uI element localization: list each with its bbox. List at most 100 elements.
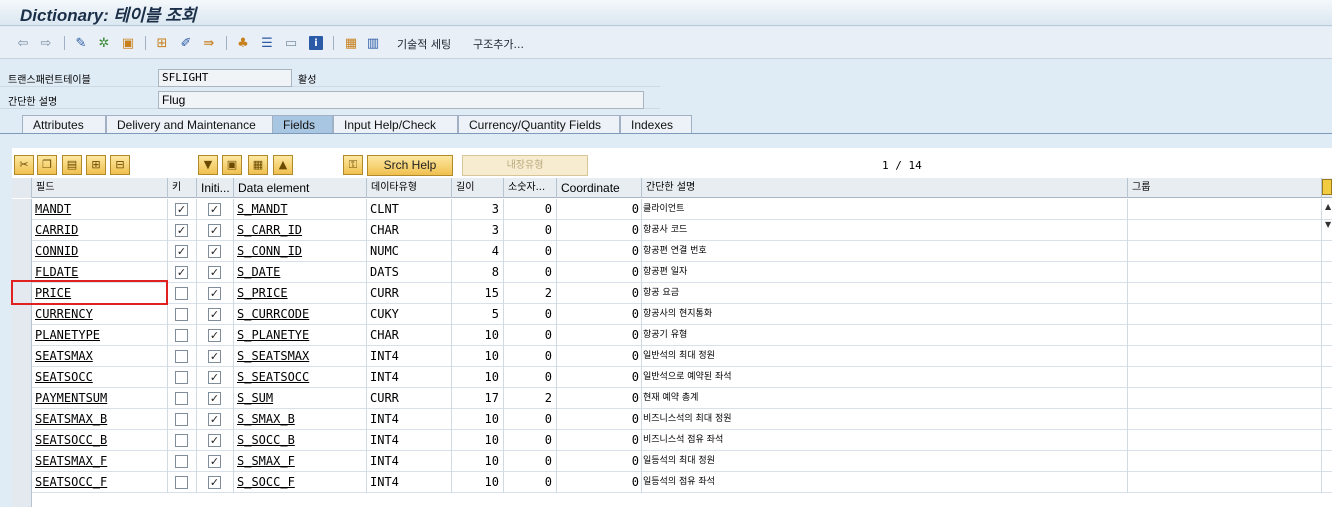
move-down-icon[interactable]: ▼ <box>198 155 218 175</box>
where-used-icon[interactable]: ⊞ <box>153 34 171 52</box>
data-element[interactable]: S_SEATSMAX <box>234 346 367 367</box>
row-selector[interactable] <box>12 451 32 472</box>
structure-icon[interactable]: ▦ <box>342 34 360 52</box>
tab-input-help-check[interactable]: Input Help/Check <box>333 115 458 134</box>
key-checkbox[interactable] <box>175 308 188 321</box>
table-row[interactable]: PRICES_PRICECURR1520항공 요금 <box>12 283 1332 304</box>
row-selector[interactable] <box>12 346 32 367</box>
field-name[interactable]: PLANETYPE <box>32 325 168 346</box>
tab-attributes[interactable]: Attributes <box>22 115 106 134</box>
field-name[interactable]: SEATSOCC_B <box>32 430 168 451</box>
table-row[interactable]: SEATSOCCS_SEATSOCCINT41000일반석으로 예약된 좌석 <box>12 367 1332 388</box>
initial-checkbox[interactable] <box>208 203 221 216</box>
forward-arrow-icon[interactable]: ⇨ <box>37 34 55 52</box>
cut-icon[interactable]: ✂ <box>14 155 34 175</box>
field-name[interactable]: SEATSMAX_B <box>32 409 168 430</box>
row-selector[interactable] <box>12 367 32 388</box>
column-header[interactable]: 필드 <box>32 178 168 198</box>
delete-row-icon[interactable]: ⊟ <box>110 155 130 175</box>
column-header[interactable]: Data element <box>234 178 367 198</box>
initial-checkbox[interactable] <box>208 245 221 258</box>
column-header[interactable]: 키 <box>168 178 197 198</box>
field-name[interactable]: CONNID <box>32 241 168 262</box>
key-checkbox[interactable] <box>175 434 188 447</box>
initial-checkbox[interactable] <box>208 434 221 447</box>
display-change-icon[interactable]: ✎ <box>72 34 90 52</box>
display-object-icon[interactable]: ▭ <box>282 34 300 52</box>
data-element[interactable]: S_PLANETYE <box>234 325 367 346</box>
table-row[interactable]: SEATSMAX_FS_SMAX_FINT41000일등석의 최대 정원 <box>12 451 1332 472</box>
field-name[interactable]: SEATSMAX_F <box>32 451 168 472</box>
table-contents-icon[interactable]: ▥ <box>364 34 382 52</box>
table-row[interactable]: MANDTS_MANDTCLNT300클라이언트 <box>12 199 1332 220</box>
technical-settings-button[interactable]: 기술적 세팅 <box>397 36 451 52</box>
table-row[interactable]: CARRIDS_CARR_IDCHAR300항공사 코드 <box>12 220 1332 241</box>
row-selector[interactable] <box>12 493 32 507</box>
scroll-down-icon[interactable]: ▼ <box>1325 220 1331 229</box>
key-checkbox[interactable] <box>175 224 188 237</box>
key-checkbox[interactable] <box>175 413 188 426</box>
initial-checkbox[interactable] <box>208 392 221 405</box>
data-element[interactable]: S_SMAX_F <box>234 451 367 472</box>
key-checkbox[interactable] <box>175 266 188 279</box>
key-checkbox[interactable] <box>175 392 188 405</box>
column-header[interactable]: 길이 <box>452 178 504 198</box>
data-element[interactable]: S_PRICE <box>234 283 367 304</box>
scroll-up-icon[interactable]: ▲ <box>1325 202 1331 211</box>
data-element[interactable]: S_SOCC_F <box>234 472 367 493</box>
key-checkbox[interactable] <box>175 329 188 342</box>
key-checkbox[interactable] <box>175 371 188 384</box>
table-row[interactable]: SEATSOCC_FS_SOCC_FINT41000일등석의 점유 좌석 <box>12 472 1332 493</box>
initial-checkbox[interactable] <box>208 476 221 489</box>
table-row[interactable]: CONNIDS_CONN_IDNUMC400항공편 연결 번호 <box>12 241 1332 262</box>
table-row[interactable]: SEATSOCC_BS_SOCC_BINT41000비즈니스석 점유 좌석 <box>12 430 1332 451</box>
key-icon[interactable]: ⚿ <box>343 155 363 175</box>
page-icon[interactable]: ▦ <box>248 155 268 175</box>
key-checkbox[interactable] <box>175 455 188 468</box>
select-all-cell[interactable] <box>12 178 32 198</box>
move-up-icon[interactable]: ▲ <box>273 155 293 175</box>
data-element[interactable]: S_CARR_ID <box>234 220 367 241</box>
data-element[interactable]: S_SEATSOCC <box>234 367 367 388</box>
initial-checkbox[interactable] <box>208 350 221 363</box>
column-header[interactable]: 간단한 설명 <box>642 178 1128 198</box>
insert-row-icon[interactable]: ⊞ <box>86 155 106 175</box>
row-selector[interactable] <box>12 304 32 325</box>
data-element[interactable]: S_SOCC_B <box>234 430 367 451</box>
table-name-field[interactable]: SFLIGHT <box>158 69 292 87</box>
row-selector[interactable] <box>12 220 32 241</box>
column-settings-icon[interactable] <box>1322 179 1332 195</box>
info-icon[interactable]: i <box>309 36 323 50</box>
table-row[interactable]: PLANETYPES_PLANETYECHAR1000항공기 유형 <box>12 325 1332 346</box>
row-selector[interactable] <box>12 325 32 346</box>
initial-checkbox[interactable] <box>208 371 221 384</box>
tab-currency-quantity-fields[interactable]: Currency/Quantity Fields <box>458 115 620 134</box>
row-selector[interactable] <box>12 430 32 451</box>
initial-checkbox[interactable] <box>208 224 221 237</box>
select-icon[interactable]: ▣ <box>222 155 242 175</box>
data-element[interactable]: S_CURRCODE <box>234 304 367 325</box>
key-checkbox[interactable] <box>175 350 188 363</box>
initial-checkbox[interactable] <box>208 413 221 426</box>
initial-checkbox[interactable] <box>208 455 221 468</box>
initial-checkbox[interactable] <box>208 329 221 342</box>
copy-icon[interactable]: ❐ <box>37 155 57 175</box>
initial-checkbox[interactable] <box>208 287 221 300</box>
key-checkbox[interactable] <box>175 245 188 258</box>
builtin-type-button[interactable]: 내장유형 <box>462 155 588 176</box>
data-element[interactable]: S_MANDT <box>234 199 367 220</box>
column-header[interactable]: 그룹 <box>1128 178 1322 198</box>
object-list-icon[interactable]: ☰ <box>258 34 276 52</box>
data-element[interactable]: S_SUM <box>234 388 367 409</box>
column-header[interactable]: 데이타유형 <box>367 178 452 198</box>
data-element[interactable]: S_SMAX_B <box>234 409 367 430</box>
check-icon[interactable]: ✲ <box>95 34 113 52</box>
tab-fields[interactable]: Fields <box>272 115 333 134</box>
column-header[interactable]: Coordinate <box>557 178 642 198</box>
field-name[interactable]: CURRENCY <box>32 304 168 325</box>
tab-delivery-maintenance[interactable]: Delivery and Maintenance <box>106 115 273 134</box>
column-header[interactable]: Initi... <box>197 178 234 198</box>
row-selector[interactable] <box>12 409 32 430</box>
initial-checkbox[interactable] <box>208 308 221 321</box>
append-structure-button[interactable]: 구조추가... <box>473 36 524 52</box>
